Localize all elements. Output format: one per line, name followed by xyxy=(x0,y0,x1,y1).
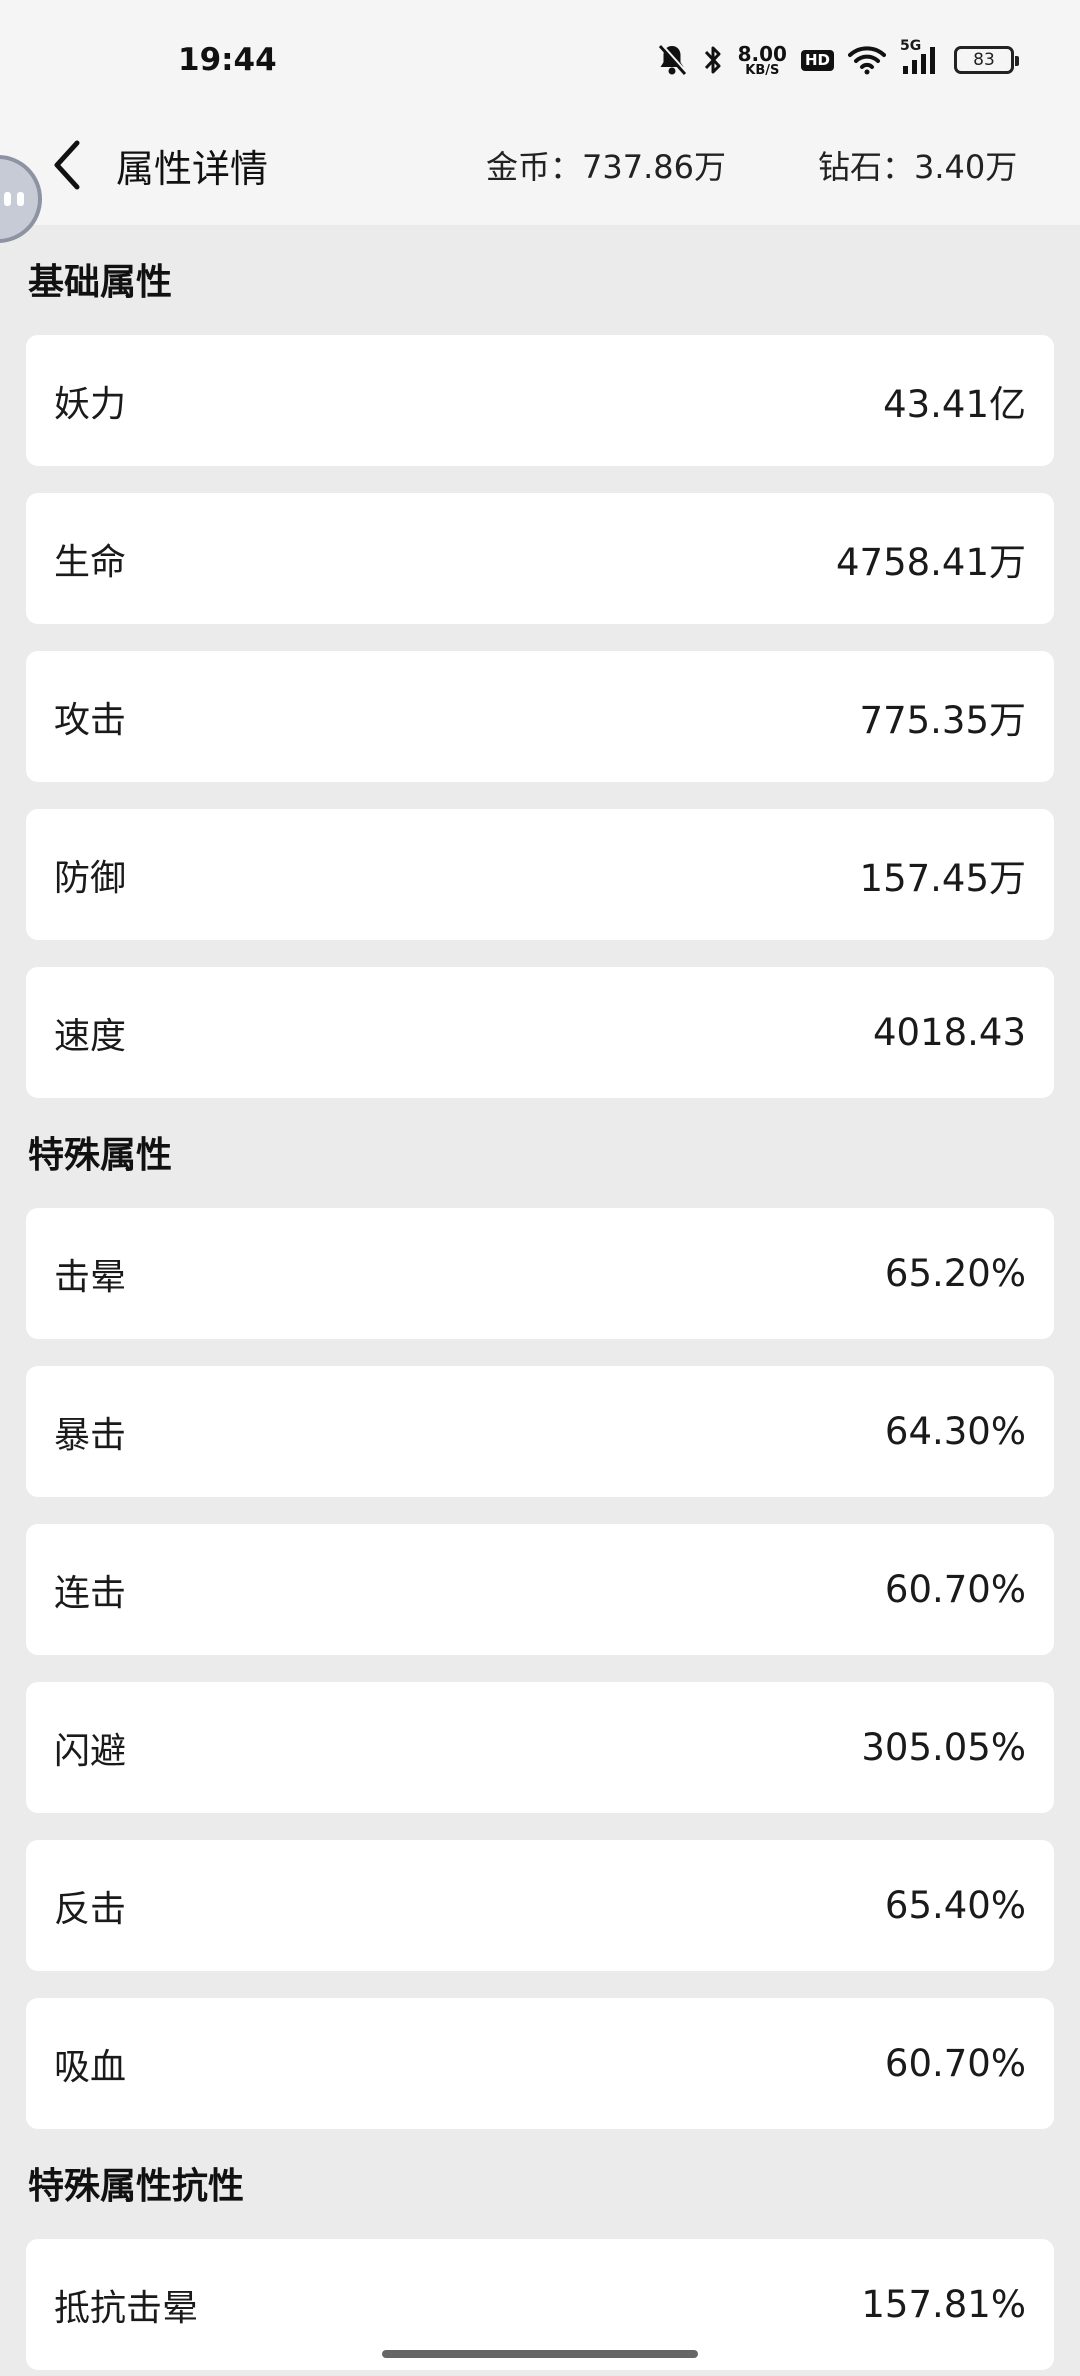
status-time: 19:44 xyxy=(178,42,277,78)
stat-value: 60.70% xyxy=(884,1568,1026,1611)
stat-label: 连击 xyxy=(54,1572,127,1614)
stat-row-combo: 连击 60.70% xyxy=(26,1524,1054,1655)
stat-label: 反击 xyxy=(54,1888,127,1930)
status-bar: 19:44 8.00 KB/S HD 5G 83 xyxy=(0,0,1080,120)
stat-label: 妖力 xyxy=(54,383,127,425)
network-speed: 8.00 KB/S xyxy=(737,41,787,78)
back-button[interactable] xyxy=(36,130,96,200)
stat-value: 65.40% xyxy=(884,1884,1026,1927)
stat-row-power: 妖力 43.41亿 xyxy=(26,335,1054,466)
chevron-left-icon xyxy=(54,140,80,190)
stat-row-dodge: 闪避 305.05% xyxy=(26,1682,1054,1813)
stat-label: 速度 xyxy=(54,1015,127,1057)
diamond-balance: 钻石：3.40万 xyxy=(818,148,1018,186)
stat-value: 305.05% xyxy=(861,1726,1026,1769)
home-indicator[interactable] xyxy=(382,2350,698,2358)
stat-label: 击晕 xyxy=(54,1256,127,1298)
stat-row-lifesteal: 吸血 60.70% xyxy=(26,1998,1054,2129)
stat-row-speed: 速度 4018.43 xyxy=(26,967,1054,1098)
section-special-resistance: 特殊属性抗性 抵抗击晕 157.81% xyxy=(26,2129,1054,2370)
stat-row-stun: 击晕 65.20% xyxy=(26,1208,1054,1339)
stat-row-defense: 防御 157.45万 xyxy=(26,809,1054,940)
stat-label: 抵抗击晕 xyxy=(54,2287,199,2329)
stat-value: 157.81% xyxy=(861,2283,1026,2326)
section-basic-attributes: 基础属性 妖力 43.41亿 生命 4758.41万 攻击 775.35万 防御… xyxy=(26,225,1054,1098)
battery-icon: 83 xyxy=(954,46,1019,74)
app-header: 属性详情 金币：737.86万 钻石：3.40万 xyxy=(0,120,1080,225)
stat-label: 吸血 xyxy=(54,2046,127,2088)
bluetooth-icon xyxy=(702,43,724,77)
bell-muted-icon xyxy=(656,43,688,77)
stat-row-hp: 生命 4758.41万 xyxy=(26,493,1054,624)
stat-row-crit: 暴击 64.30% xyxy=(26,1366,1054,1497)
stat-value: 60.70% xyxy=(884,2042,1026,2085)
wifi-icon xyxy=(848,45,886,75)
stat-row-attack: 攻击 775.35万 xyxy=(26,651,1054,782)
section-title: 基础属性 xyxy=(28,262,173,303)
page-title: 属性详情 xyxy=(116,147,269,191)
stat-label: 攻击 xyxy=(54,699,127,741)
cell-signal-icon: 5G xyxy=(900,38,940,76)
status-icons: 8.00 KB/S HD 5G 83 xyxy=(656,38,1019,82)
stat-label: 生命 xyxy=(54,541,127,583)
stat-label: 暴击 xyxy=(54,1414,127,1456)
stat-value: 43.41亿 xyxy=(883,382,1026,426)
section-title: 特殊属性抗性 xyxy=(28,2166,245,2207)
attribute-list: 基础属性 妖力 43.41亿 生命 4758.41万 攻击 775.35万 防御… xyxy=(26,225,1054,2370)
assistant-face-icon xyxy=(4,192,24,206)
stat-value: 64.30% xyxy=(884,1410,1026,1453)
stat-label: 闪避 xyxy=(54,1730,127,1772)
hd-badge: HD xyxy=(800,49,834,71)
section-title: 特殊属性 xyxy=(28,1135,173,1176)
section-special-attributes: 特殊属性 击晕 65.20% 暴击 64.30% 连击 60.70% 闪避 30… xyxy=(26,1098,1054,2129)
stat-value: 4018.43 xyxy=(872,1011,1026,1054)
stat-value: 65.20% xyxy=(884,1252,1026,1295)
stat-value: 775.35万 xyxy=(859,698,1026,742)
stat-value: 157.45万 xyxy=(859,856,1026,900)
stat-label: 防御 xyxy=(54,857,127,899)
stat-row-counter: 反击 65.40% xyxy=(26,1840,1054,1971)
gold-balance: 金币：737.86万 xyxy=(486,148,726,186)
stat-value: 4758.41万 xyxy=(835,540,1026,584)
